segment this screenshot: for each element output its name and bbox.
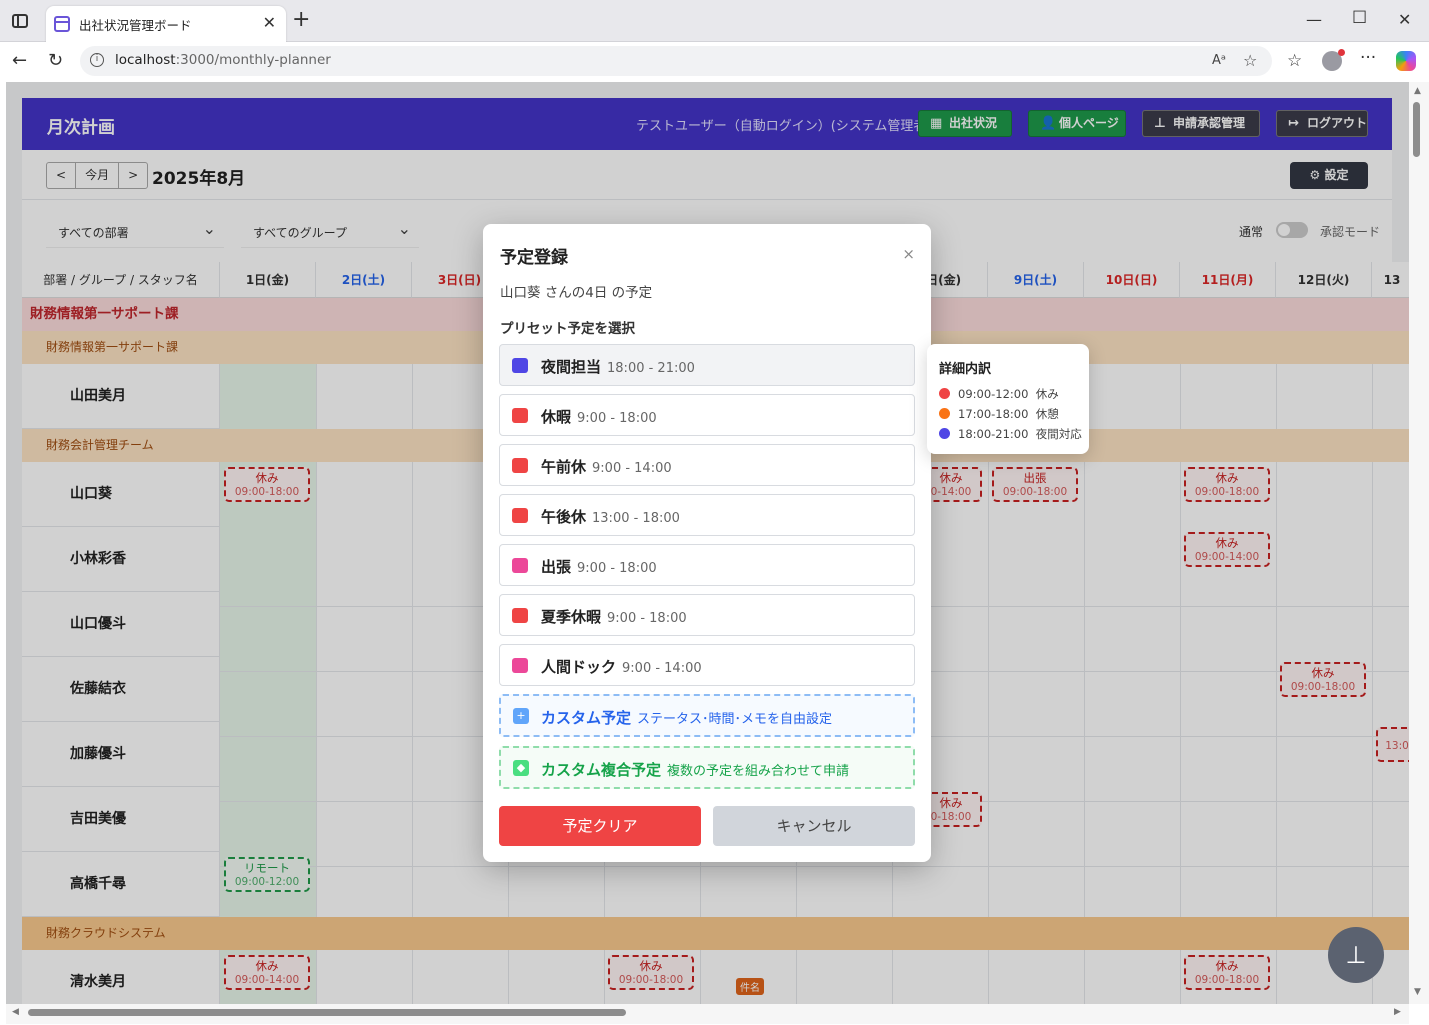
horizontal-scroll-thumb[interactable] <box>28 1009 626 1016</box>
new-tab-icon[interactable]: + <box>292 9 310 31</box>
preset-option[interactable]: 休暇 9:00 - 18:00 <box>499 394 915 436</box>
tab-title: 出社状況管理ボード <box>79 18 192 33</box>
modal-title: 予定登録 <box>500 248 568 268</box>
close-icon[interactable]: × <box>902 245 915 263</box>
reload-icon[interactable]: ↻ <box>48 51 63 71</box>
minimize-icon[interactable]: — <box>1306 10 1322 29</box>
back-icon[interactable]: ← <box>12 51 27 71</box>
preset-option[interactable]: 午前休 9:00 - 14:00 <box>499 444 915 486</box>
color-swatch <box>512 508 528 523</box>
cancel-button[interactable]: キャンセル <box>713 806 915 846</box>
address-bar[interactable]: i localhost:3000/monthly-planner Aᵃ ☆ <box>80 46 1272 76</box>
preset-option[interactable]: 夜間担当 18:00 - 21:00 <box>499 344 915 386</box>
profile-avatar[interactable] <box>1322 49 1345 71</box>
browser-tab-strip: 出社状況管理ボード ✕ + — ☐ ✕ <box>0 0 1429 42</box>
modal-subtitle: 山口葵 さんの4日 の予定 <box>500 285 653 301</box>
detail-tooltip: 詳細内訳 09:00-12:00 休み 17:00-18:00 休憩 18:00… <box>927 344 1089 454</box>
preset-section-label: プリセット予定を選択 <box>500 321 635 337</box>
schedule-register-modal: 予定登録 × 山口葵 さんの4日 の予定 プリセット予定を選択 夜間担当 18:0… <box>483 224 931 862</box>
preset-option[interactable]: 出張 9:00 - 18:00 <box>499 544 915 586</box>
window-close-icon[interactable]: ✕ <box>1398 10 1411 29</box>
tab-actions-icon[interactable] <box>12 14 28 28</box>
stamp-icon: ⊥ <box>1345 941 1367 969</box>
url-text: localhost:3000/monthly-planner <box>115 52 331 68</box>
tooltip-row: 17:00-18:00 休憩 <box>939 406 1059 422</box>
vertical-scroll-thumb[interactable] <box>1413 102 1420 157</box>
color-swatch <box>512 358 528 373</box>
browser-toolbar: ← ↻ i localhost:3000/monthly-planner Aᵃ … <box>0 42 1429 80</box>
tooltip-title: 詳細内訳 <box>939 362 992 377</box>
color-swatch <box>512 408 528 423</box>
favorites-icon[interactable]: ☆ <box>1287 51 1302 71</box>
read-aloud-icon[interactable]: Aᵃ <box>1212 53 1226 68</box>
compound-icon: ◆ <box>513 760 529 776</box>
preset-option[interactable]: 午後休 13:00 - 18:00 <box>499 494 915 536</box>
color-swatch <box>512 658 528 673</box>
color-swatch <box>512 608 528 623</box>
color-swatch <box>512 558 528 573</box>
tooltip-row: 09:00-12:00 休み <box>939 386 1059 402</box>
close-tab-icon[interactable]: ✕ <box>263 13 276 32</box>
favorite-star-icon[interactable]: ☆ <box>1243 51 1257 70</box>
copilot-icon[interactable] <box>1396 51 1416 71</box>
plus-icon: + <box>513 708 529 724</box>
more-icon[interactable]: ··· <box>1360 48 1376 68</box>
preset-option[interactable]: 人間ドック 9:00 - 14:00 <box>499 644 915 686</box>
calendar-icon <box>54 16 70 32</box>
color-swatch <box>512 458 528 473</box>
preset-option[interactable]: 夏季休暇 9:00 - 18:00 <box>499 594 915 636</box>
compound-schedule-option[interactable]: ◆ カスタム複合予定 複数の予定を組み合わせて申請 <box>499 746 915 789</box>
maximize-icon[interactable]: ☐ <box>1352 8 1367 28</box>
custom-schedule-option[interactable]: + カスタム予定 ステータス･時間･メモを自由設定 <box>499 694 915 737</box>
horizontal-scrollbar[interactable]: ◀ ▶ <box>6 1004 1409 1024</box>
site-info-icon[interactable]: i <box>90 53 104 67</box>
tooltip-row: 18:00-21:00 夜間対応 <box>939 426 1082 442</box>
browser-tab[interactable]: 出社状況管理ボード ✕ <box>46 6 286 42</box>
vertical-scrollbar[interactable]: ▲ ▼ <box>1409 82 1429 1004</box>
clear-schedule-button[interactable]: 予定クリア <box>499 806 701 846</box>
stamp-fab-button[interactable]: ⊥ <box>1328 927 1384 983</box>
